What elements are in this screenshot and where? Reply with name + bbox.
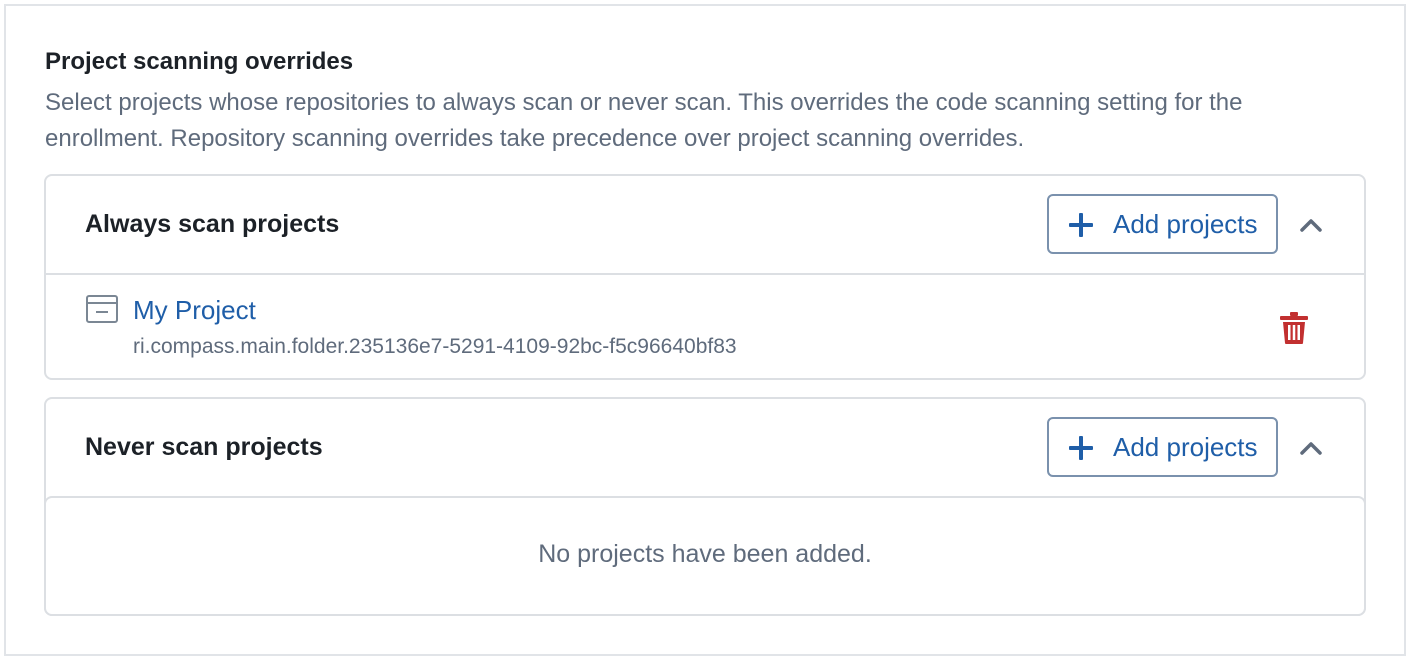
never-scan-header: Never scan projects Add projects [46,399,1364,498]
always-scan-card: Always scan projects Add projects My Pro… [44,174,1366,380]
empty-state-message: No projects have been added. [538,540,872,568]
folder-icon [85,294,119,324]
section-description-line-2: enrollment. Repository scanning override… [45,125,1025,152]
project-name-link[interactable]: My Project [133,295,256,326]
add-projects-label: Add projects [1113,209,1258,239]
never-scan-title: Never scan projects [85,433,323,461]
section-description-line-1: Select projects whose repositories to al… [45,89,1243,116]
never-scan-card: Never scan projects Add projects No proj… [44,397,1366,616]
add-projects-label: Add projects [1113,432,1258,462]
project-rid: ri.compass.main.folder.235136e7-5291-410… [133,335,737,358]
always-scan-add-projects-button[interactable]: Add projects [1047,194,1278,254]
always-scan-title: Always scan projects [85,210,340,238]
section-title: Project scanning overrides [45,48,354,75]
empty-state-panel: No projects have been added. [44,496,1366,616]
chevron-up-icon[interactable] [1296,433,1326,463]
trash-icon[interactable] [1279,311,1309,345]
never-scan-add-projects-button[interactable]: Add projects [1047,417,1278,477]
chevron-up-icon[interactable] [1296,210,1326,240]
project-row: My Project ri.compass.main.folder.235136… [46,277,1364,378]
always-scan-header: Always scan projects Add projects [46,176,1364,275]
plus-icon [1069,436,1093,460]
plus-icon [1069,213,1093,237]
section-description: Select projects whose repositories to al… [45,85,1365,157]
